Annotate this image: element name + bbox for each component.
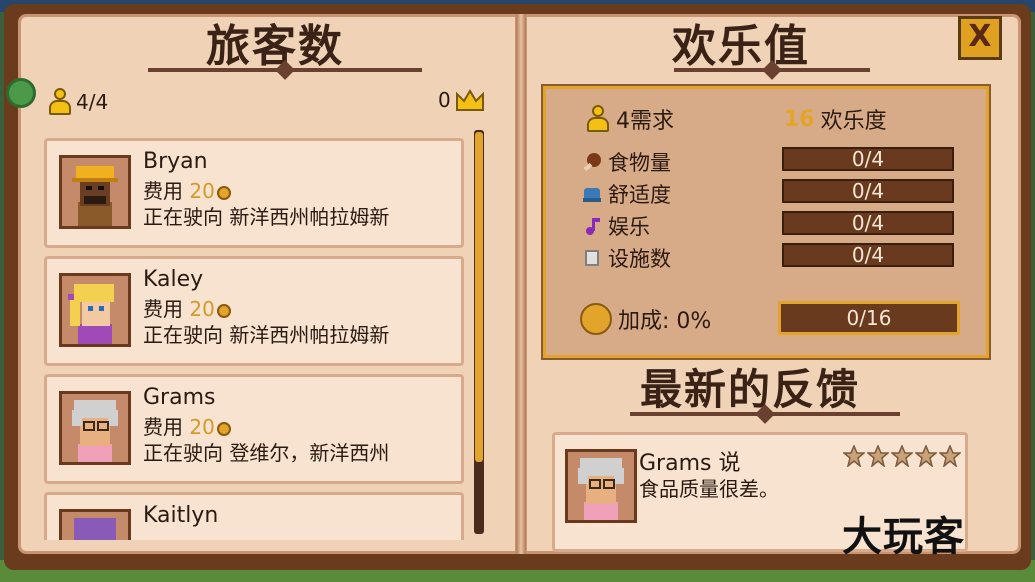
guest-portrait-grams xyxy=(59,391,131,465)
need-facility: 设施数 xyxy=(582,243,671,273)
bonus: 加成: 0% xyxy=(580,303,711,335)
guest-portrait-bryan xyxy=(59,155,131,229)
total-happiness-bar: 0/16 xyxy=(778,301,960,335)
guest-portrait-kaitlyn xyxy=(59,509,131,540)
need-food-bar: 0/4 xyxy=(782,147,954,171)
guests-title: 旅客数 xyxy=(206,21,344,72)
watermark: 大玩客 xyxy=(842,514,965,560)
guest-name: Kaley xyxy=(143,267,204,292)
need-fun-bar: 0/4 xyxy=(782,211,954,235)
need-comfort-bar: 0/4 xyxy=(782,179,954,203)
guest-count: 4/4 xyxy=(48,88,108,116)
scrollbar-thumb[interactable] xyxy=(475,132,483,462)
guest-portrait-kaley xyxy=(59,273,131,347)
happiness-summary: 16 欢乐度 xyxy=(784,103,887,135)
need-food: 食物量 xyxy=(582,147,671,177)
crown-count-value: 0 xyxy=(438,88,451,112)
guest-name: Bryan xyxy=(143,149,208,174)
guests-title-divider xyxy=(148,68,422,72)
need-comfort: 舒适度 xyxy=(582,179,671,209)
comfort-icon xyxy=(583,188,601,202)
feedback-portrait-grams xyxy=(565,449,637,523)
need-fun: 娱乐 xyxy=(582,211,650,241)
guest-fee: 费用 20 xyxy=(143,411,231,440)
guest-list[interactable]: Bryan 费用 20 正在驶向 新洋西州帕拉姆新 Kaley 费用 20 正在… xyxy=(44,128,490,540)
guest-card[interactable]: Grams 费用 20 正在驶向 登维尔，新洋西州 xyxy=(44,374,464,484)
star-icon xyxy=(891,445,913,467)
happiness-label: 欢乐度 xyxy=(820,109,887,134)
music-icon xyxy=(586,218,600,235)
settings-gear-icon[interactable] xyxy=(6,78,36,108)
guest-count-value: 4/4 xyxy=(76,90,109,114)
guest-icon xyxy=(586,105,610,133)
happiness-panel: 4需求 16 欢乐度 食物量 0/4 舒适度 0/4 娱乐 0/4 设施数 0/… xyxy=(541,84,991,360)
needs-summary: 4需求 xyxy=(586,103,674,135)
star-icon xyxy=(843,445,865,467)
crown-icon xyxy=(455,88,485,112)
guest-fee: 费用 20 xyxy=(143,293,231,322)
guest-icon xyxy=(48,88,72,116)
guest-list-scrollbar[interactable] xyxy=(474,130,484,534)
smiley-icon xyxy=(580,303,612,335)
bonus-label: 加成: 0% xyxy=(618,309,712,334)
food-icon xyxy=(583,153,601,172)
happiness-title: 欢乐值 xyxy=(672,21,810,72)
feedback-rating xyxy=(843,445,961,467)
cup-icon xyxy=(585,250,599,266)
guest-status: 正在驶向 登维尔，新洋西州 xyxy=(143,441,390,465)
star-icon xyxy=(939,445,961,467)
feedback-title-divider xyxy=(630,412,900,416)
star-icon xyxy=(915,445,937,467)
book-spine xyxy=(516,14,526,554)
happiness-title-divider xyxy=(674,68,870,72)
happiness-value: 16 xyxy=(784,106,815,132)
coin-icon xyxy=(216,421,231,436)
guest-card[interactable]: Bryan 费用 20 正在驶向 新洋西州帕拉姆新 xyxy=(44,138,464,248)
guest-name: Kaitlyn xyxy=(143,503,219,528)
star-icon xyxy=(867,445,889,467)
guest-card[interactable]: Kaitlyn xyxy=(44,492,464,540)
crown-count: 0 xyxy=(438,88,485,112)
feedback-text: 食品质量很差。 xyxy=(639,477,779,501)
guest-status: 正在驶向 新洋西州帕拉姆新 xyxy=(143,205,390,229)
guest-card[interactable]: Kaley 费用 20 正在驶向 新洋西州帕拉姆新 xyxy=(44,256,464,366)
need-facility-bar: 0/4 xyxy=(782,243,954,267)
feedback-title: 最新的反馈 xyxy=(640,365,861,414)
guest-status: 正在驶向 新洋西州帕拉姆新 xyxy=(143,323,390,347)
guest-name: Grams xyxy=(143,385,216,410)
close-button[interactable]: X xyxy=(958,16,1002,60)
coin-icon xyxy=(216,303,231,318)
coin-icon xyxy=(216,185,231,200)
guest-fee: 费用 20 xyxy=(143,175,231,204)
